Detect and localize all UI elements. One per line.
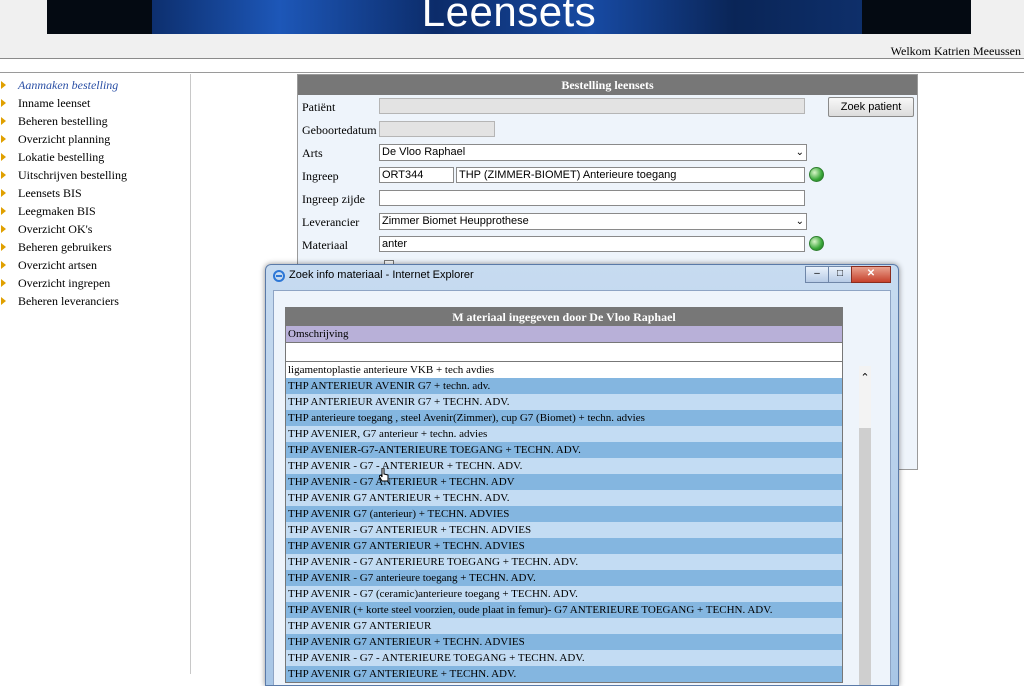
hand-cursor-icon bbox=[379, 468, 389, 482]
window-title: Zoek info materiaal - Internet Explorer bbox=[289, 269, 474, 281]
divider bbox=[0, 72, 1024, 73]
chevron-down-icon: ⌄ bbox=[795, 216, 804, 227]
sidebar: Aanmaken bestelling Inname leenset Beher… bbox=[0, 74, 191, 674]
table-row[interactable]: THP AVENIR - G7 (ceramic)anterieure toeg… bbox=[286, 586, 842, 602]
banner-title: Leensets bbox=[421, 0, 597, 34]
arrow-icon bbox=[1, 261, 6, 269]
table-row[interactable]: THP AVENIR G7 ANTERIEUR + TECHN. ADVIES bbox=[286, 634, 842, 650]
table-row[interactable]: THP AVENIR - G7 anterieure toegang + TEC… bbox=[286, 570, 842, 586]
arrow-icon bbox=[1, 81, 6, 89]
procedure-label: Ingreep bbox=[302, 169, 339, 183]
table-row[interactable]: THP ANTERIEUR AVENIR G7 + TECHN. ADV. bbox=[286, 394, 842, 410]
table-row[interactable]: THP AVENIR G7 ANTERIEUR + TECHN. ADVIES bbox=[286, 538, 842, 554]
table-title: M ateriaal ingegeven door De Vloo Raphae… bbox=[286, 308, 842, 326]
doctor-label: Arts bbox=[302, 146, 323, 160]
supplier-label: Leverancier bbox=[302, 215, 360, 229]
scroll-up-icon[interactable]: ⌃ bbox=[859, 371, 871, 384]
arrow-icon bbox=[1, 297, 6, 305]
arrow-icon bbox=[1, 207, 6, 215]
scrollbar-thumb[interactable] bbox=[859, 428, 871, 685]
birthdate-label: Geboortedatum bbox=[302, 123, 377, 137]
procedure-side-field[interactable] bbox=[379, 190, 805, 206]
table-row[interactable]: THP AVENIR - G7 - ANTERIEURE TOEGANG + T… bbox=[286, 650, 842, 666]
material-search-window: Zoek info materiaal - Internet Explorer … bbox=[265, 264, 899, 686]
doctor-select-value: De Vloo Raphael bbox=[382, 146, 466, 158]
table-row[interactable]: THP AVENIR G7 ANTERIEUR bbox=[286, 618, 842, 634]
patient-field bbox=[379, 98, 805, 114]
welcome-text: Welkom Katrien Meeussen bbox=[890, 44, 1021, 58]
table-row[interactable]: THP AVENIR (+ korte steel voorzien, oude… bbox=[286, 602, 842, 618]
procedure-code-field[interactable]: ORT344 bbox=[379, 167, 454, 183]
table-row[interactable]: THP AVENIR - G7 ANTERIEUR + TECHN. ADV bbox=[286, 474, 842, 490]
table-row[interactable]: THP AVENIER, G7 anterieur + techn. advie… bbox=[286, 426, 842, 442]
table-row[interactable]: ligamentoplastie anterieure VKB + tech a… bbox=[286, 362, 842, 378]
arrow-icon bbox=[1, 279, 6, 287]
arrow-icon bbox=[1, 117, 6, 125]
arrow-icon bbox=[1, 189, 6, 197]
table-row[interactable]: THP AVENIR - G7 ANTERIEURE TOEGANG + TEC… bbox=[286, 554, 842, 570]
arrow-icon bbox=[1, 225, 6, 233]
maximize-button[interactable]: □ bbox=[828, 266, 852, 283]
table-row[interactable]: THP AVENIER-G7-ANTERIEURE TOEGANG + TECH… bbox=[286, 442, 842, 458]
birthdate-field bbox=[379, 121, 495, 137]
column-header-omschrijving[interactable]: Omschrijving bbox=[286, 326, 842, 343]
arrow-icon bbox=[1, 243, 6, 251]
table-row[interactable]: THP AVENIR - G7 - ANTERIEUR + TECHN. ADV… bbox=[286, 458, 842, 474]
internet-explorer-icon bbox=[273, 270, 285, 282]
top-bar: Leensets Welkom Katrien Meeussen bbox=[0, 0, 1024, 59]
arrow-icon bbox=[1, 99, 6, 107]
table-row[interactable]: THP AVENIR G7 ANTERIEUR + TECHN. ADV. bbox=[286, 490, 842, 506]
minimize-button[interactable]: – bbox=[805, 266, 829, 283]
form-title: Bestelling leensets bbox=[298, 75, 917, 95]
supplier-select[interactable]: Zimmer Biomet Heupprothese ⌄ bbox=[379, 213, 807, 230]
find-patient-button[interactable]: Zoek patient bbox=[828, 97, 914, 117]
globe-icon[interactable] bbox=[809, 167, 824, 182]
procedure-description-field[interactable]: THP (ZIMMER-BIOMET) Anterieure toegang bbox=[456, 167, 805, 183]
arrow-icon bbox=[1, 171, 6, 179]
table-row[interactable]: THP anterieure toegang , steel Avenir(Zi… bbox=[286, 410, 842, 426]
supplier-select-value: Zimmer Biomet Heupprothese bbox=[382, 215, 529, 227]
material-field[interactable]: anter bbox=[379, 236, 805, 252]
material-label: Materiaal bbox=[302, 238, 348, 252]
doctor-select[interactable]: De Vloo Raphael ⌄ bbox=[379, 144, 807, 161]
arrow-icon bbox=[1, 153, 6, 161]
patient-label: Patiënt bbox=[302, 100, 336, 114]
chevron-down-icon: ⌄ bbox=[795, 147, 804, 158]
close-button[interactable]: ✕ bbox=[851, 266, 891, 283]
arrow-icon bbox=[1, 135, 6, 143]
table-row[interactable]: THP ANTERIEUR AVENIR G7 + techn. adv. bbox=[286, 378, 842, 394]
scrollbar[interactable]: ⌃ bbox=[859, 366, 871, 685]
table-row[interactable]: THP AVENIR G7 ANTERIEURE + TECHN. ADV. bbox=[286, 666, 842, 682]
procedure-side-label: Ingreep zijde bbox=[302, 192, 365, 206]
banner: Leensets bbox=[47, 0, 971, 34]
globe-icon[interactable] bbox=[809, 236, 824, 251]
table-row[interactable]: THP AVENIR G7 (anterieur) + TECHN. ADVIE… bbox=[286, 506, 842, 522]
filter-row bbox=[286, 343, 842, 362]
material-table: M ateriaal ingegeven door De Vloo Raphae… bbox=[285, 307, 843, 683]
window-content: M ateriaal ingegeven door De Vloo Raphae… bbox=[273, 290, 891, 685]
table-row[interactable]: THP AVENIR - G7 ANTERIEUR + TECHN. ADVIE… bbox=[286, 522, 842, 538]
